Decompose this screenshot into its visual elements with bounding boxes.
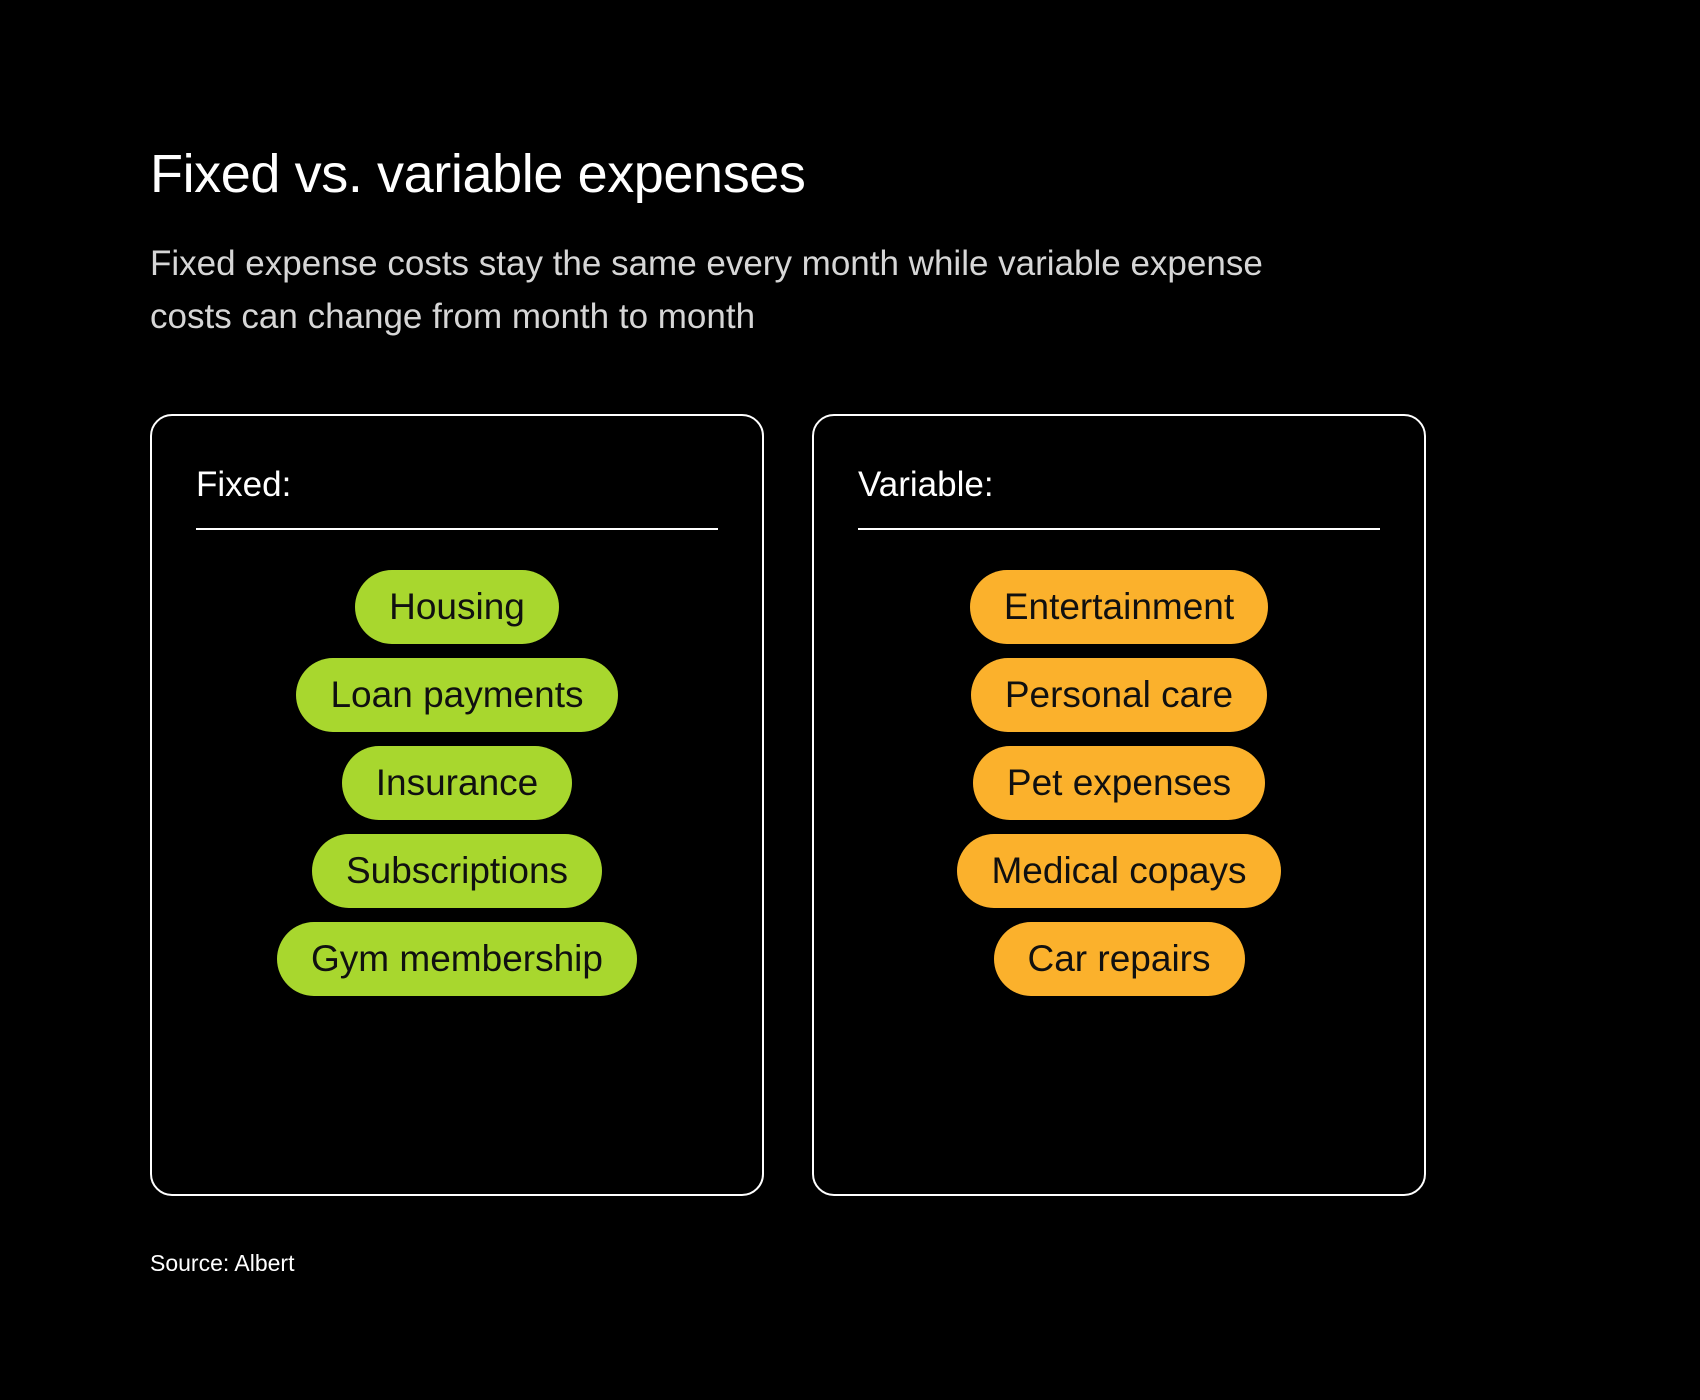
page-subtitle: Fixed expense costs stay the same every … bbox=[150, 244, 1263, 336]
panel-fixed: Fixed: Housing Loan payments Insurance S… bbox=[150, 414, 764, 1196]
pill-variable-4: Medical copays bbox=[957, 833, 1281, 908]
panel-fixed-pill-list: Housing Loan payments Insurance Subscrip… bbox=[196, 570, 718, 996]
panel-variable: Variable: Entertainment Personal care Pe… bbox=[812, 414, 1426, 1196]
comparison-panels: Fixed: Housing Loan payments Insurance S… bbox=[150, 414, 1426, 1196]
page-title: Fixed vs. variable expenses bbox=[150, 144, 806, 204]
panel-variable-heading: Variable: bbox=[858, 464, 1380, 530]
pill-variable-5: Car repairs bbox=[993, 921, 1245, 996]
source-attribution: Source: Albert bbox=[150, 1250, 295, 1276]
pill-variable-3: Pet expenses bbox=[972, 745, 1266, 820]
pill-fixed-4: Subscriptions bbox=[311, 833, 603, 908]
pill-fixed-1: Housing bbox=[355, 570, 559, 644]
pill-fixed-5: Gym membership bbox=[277, 921, 637, 996]
header-block: Fixed vs. variable expenses Fixed expens… bbox=[150, 144, 1440, 343]
panel-variable-pill-list: Entertainment Personal care Pet expenses… bbox=[858, 570, 1380, 996]
panel-fixed-heading: Fixed: bbox=[196, 464, 718, 530]
pill-variable-1: Entertainment bbox=[969, 570, 1269, 644]
infographic-canvas: Fixed vs. variable expenses Fixed expens… bbox=[0, 0, 1700, 1400]
pill-fixed-2: Loan payments bbox=[296, 657, 618, 732]
pill-fixed-3: Insurance bbox=[341, 745, 573, 820]
pill-variable-2: Personal care bbox=[970, 657, 1268, 732]
